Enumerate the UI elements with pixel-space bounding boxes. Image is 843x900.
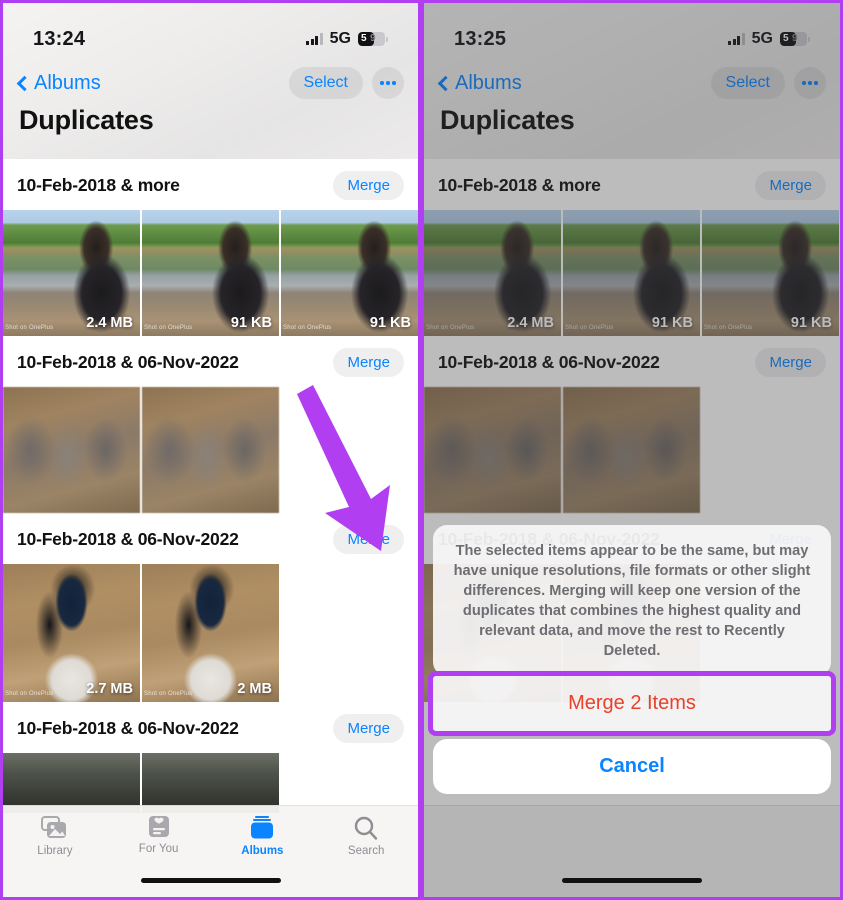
photo-watermark: Shot on OnePlus: [5, 325, 54, 331]
comparison-screenshot: 13:24 5G 5 9 Albums Select Duplicates 10…: [0, 0, 843, 900]
photo-thumbnail[interactable]: Shot on OnePlus 2.7 MB: [3, 564, 140, 702]
photo-size-label: 2.7 MB: [86, 681, 133, 697]
tab-label: Albums: [241, 845, 284, 857]
left-nav-bar: Albums Select: [3, 61, 418, 99]
photo-thumbnail[interactable]: Shot on OnePlus 2.4 MB: [3, 210, 140, 336]
photo-size-label: 2.4 MB: [86, 315, 133, 331]
action-sheet-message-card: The selected items appear to be the same…: [433, 524, 831, 676]
group-thumbnails: Shot on OnePlus 2.7 MB Shot on OnePlus 2…: [3, 564, 418, 702]
status-indicators: 5G 5 9: [306, 30, 388, 48]
left-phone-screen: 13:24 5G 5 9 Albums Select Duplicates 10…: [3, 3, 418, 897]
ellipsis-dot: [392, 81, 396, 85]
photo-thumbnail[interactable]: Shot on OnePlus 2 MB: [142, 564, 279, 702]
battery-icon: 5 9: [358, 32, 385, 46]
group-title: 10-Feb-2018 & 06-Nov-2022: [17, 352, 239, 372]
tab-label: Library: [37, 845, 73, 857]
merge-button[interactable]: Merge: [333, 171, 404, 200]
tab-for-you[interactable]: For You: [107, 815, 211, 855]
photo-size-label: 91 KB: [230, 315, 272, 331]
photo-thumbnail[interactable]: [142, 753, 279, 813]
photo-thumbnail[interactable]: Shot on OnePlus 91 KB: [142, 210, 279, 336]
photo-size-label: 91 KB: [369, 315, 411, 331]
left-status-bar: 13:24 5G 5 9: [3, 3, 418, 61]
albums-icon: [251, 816, 274, 839]
photo-watermark: Shot on OnePlus: [144, 691, 193, 697]
chevron-left-icon: [16, 75, 33, 91]
merge-action-sheet: The selected items appear to be the same…: [428, 524, 836, 794]
action-sheet-message: The selected items appear to be the same…: [453, 542, 811, 659]
group-title: 10-Feb-2018 & more: [17, 175, 180, 195]
cancel-button[interactable]: Cancel: [433, 739, 831, 794]
merge-button[interactable]: Merge: [333, 525, 404, 554]
merge-button[interactable]: Merge: [333, 714, 404, 743]
group-header: 10-Feb-2018 & more Merge: [3, 159, 418, 210]
battery-percent-label: 5: [361, 33, 367, 44]
tab-label: Search: [347, 845, 385, 857]
select-button[interactable]: Select: [288, 67, 363, 99]
photo-watermark: Shot on OnePlus: [144, 325, 193, 331]
library-icon: [40, 816, 66, 838]
merge-2-items-button[interactable]: Merge 2 Items: [433, 676, 831, 731]
ellipsis-dot: [380, 81, 384, 85]
photo-thumbnail[interactable]: [142, 387, 279, 513]
ellipsis-dot: [386, 81, 390, 85]
search-icon: [354, 816, 378, 840]
photo-thumbnail[interactable]: [3, 387, 140, 513]
group-thumbnails: [3, 387, 418, 513]
group-header: 10-Feb-2018 & 06-Nov-2022 Merge: [3, 702, 418, 753]
battery-percent-label-second-digit: 9: [370, 33, 376, 44]
page-title: Duplicates: [19, 105, 154, 135]
left-nav-actions: Select: [288, 67, 404, 99]
left-tab-bar: Library For You Albums Search: [3, 805, 418, 897]
photo-watermark: Shot on OnePlus: [5, 691, 54, 697]
battery-tip: [386, 36, 388, 42]
cellular-signal-icon: [306, 33, 323, 45]
tab-label: For You: [138, 843, 179, 855]
duplicate-group: 10-Feb-2018 & more Merge Shot on OnePlus…: [3, 159, 418, 336]
left-duplicates-list[interactable]: 10-Feb-2018 & more Merge Shot on OnePlus…: [3, 159, 418, 897]
right-phone-screen: 13:25 5G 5 9 Albums Select Duplicates 10…: [424, 3, 840, 897]
home-indicator[interactable]: [562, 877, 702, 883]
for-you-icon: [148, 816, 169, 837]
group-header: 10-Feb-2018 & 06-Nov-2022 Merge: [3, 336, 418, 387]
right-phone-frame: 13:25 5G 5 9 Albums Select Duplicates 10…: [421, 0, 843, 900]
more-options-button[interactable]: [372, 67, 404, 99]
merge-button[interactable]: Merge: [333, 348, 404, 377]
tab-search[interactable]: Search: [314, 815, 418, 857]
left-phone-frame: 13:24 5G 5 9 Albums Select Duplicates 10…: [0, 0, 421, 900]
tab-library[interactable]: Library: [3, 815, 107, 857]
photo-thumbnail[interactable]: [3, 753, 140, 813]
photo-size-label: 2 MB: [237, 681, 272, 697]
network-type-label: 5G: [329, 30, 351, 47]
group-title: 10-Feb-2018 & 06-Nov-2022: [17, 718, 239, 738]
group-thumbnails: Shot on OnePlus 2.4 MB Shot on OnePlus 9…: [3, 210, 418, 336]
status-time: 13:24: [33, 27, 86, 50]
photo-thumbnail[interactable]: Shot on OnePlus 91 KB: [281, 210, 418, 336]
photo-watermark: Shot on OnePlus: [283, 325, 332, 331]
back-label: Albums: [34, 71, 101, 94]
duplicate-group: 10-Feb-2018 & 06-Nov-2022 Merge: [3, 336, 418, 513]
duplicate-group: 10-Feb-2018 & 06-Nov-2022 Merge: [3, 702, 418, 813]
group-thumbnails: [3, 753, 418, 813]
back-to-albums-button[interactable]: Albums: [15, 72, 101, 95]
duplicate-group: 10-Feb-2018 & 06-Nov-2022 Merge Shot on …: [3, 513, 418, 702]
group-header: 10-Feb-2018 & 06-Nov-2022 Merge: [3, 513, 418, 564]
merge-confirm-highlight: Merge 2 Items: [428, 670, 836, 736]
group-title: 10-Feb-2018 & 06-Nov-2022: [17, 529, 239, 549]
home-indicator[interactable]: [140, 877, 281, 883]
tab-albums[interactable]: Albums: [211, 815, 315, 857]
